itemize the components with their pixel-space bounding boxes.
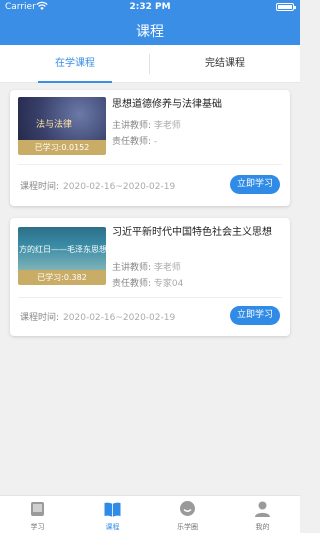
course-card[interactable]: 法与法律 已学习:0.0152 思想道德修养与法律基础 主讲教师: 李老师 责任… [10,90,290,206]
progress-label: 已学习:0.382 [18,270,106,285]
book-icon [104,502,121,517]
time-value: 2020-02-16~2020-02-19 [63,182,176,192]
responsible-name: - [153,137,158,147]
tabbar-item-study[interactable]: 学习 [0,496,75,533]
responsible-label: 责任教师: [112,137,152,147]
tabbar-label: 课程 [105,523,120,531]
time-label: 课程时间: [20,182,60,192]
teacher-label: 主讲教师: [112,121,152,131]
course-card[interactable]: 方的红日——毛泽东思想 已学习:0.382 习近平新时代中国特色社会主义思想 主… [10,218,290,336]
tabbar-label: 学习 [30,523,45,531]
tab-completed[interactable]: 完结课程 [150,45,300,83]
tabbar-item-courses[interactable]: 课程 [75,496,150,533]
teacher-name: 李老师 [153,121,181,131]
teacher-label: 主讲教师: [112,263,152,273]
tabbar-item-circle[interactable]: 乐学圈 [150,496,225,533]
course-title[interactable]: 习近平新时代中国特色社会主义思想 [112,226,282,239]
teacher-row: 主讲教师: 李老师 [112,260,181,273]
teacher-row: 主讲教师: 李老师 [112,118,181,131]
study-icon [31,502,44,516]
app-header: Carrier 2:32 PM 课程 [0,0,300,45]
course-time-row: 课程时间: 2020-02-16~2020-02-19 [20,310,175,323]
course-title[interactable]: 思想道德修养与法律基础 [112,98,282,111]
study-now-button[interactable]: 立即学习 [230,175,280,194]
course-time-row: 课程时间: 2020-02-16~2020-02-19 [20,179,175,192]
status-bar: Carrier 2:32 PM [0,0,300,14]
responsible-name: 专家04 [153,279,184,289]
page-title: 课程 [136,24,164,40]
battery-icon [276,3,296,11]
study-now-button[interactable]: 立即学习 [230,306,280,325]
time-label: 课程时间: [20,313,60,323]
responsible-row: 责任教师: - [112,134,157,147]
course-thumbnail[interactable]: 方的红日——毛泽东思想 已学习:0.382 [18,227,106,285]
thumbnail-caption: 方的红日——毛泽东思想 [19,245,106,254]
chat-icon [180,501,195,516]
tab-studying[interactable]: 在学课程 [0,45,150,83]
bottom-tab-bar: 学习 课程 乐学圈 我的 [0,495,300,533]
tabbar-label: 我的 [255,523,270,531]
card-divider [18,297,282,298]
course-thumbnail[interactable]: 法与法律 已学习:0.0152 [18,97,106,155]
card-divider [18,164,282,165]
thumbnail-caption: 法与法律 [36,120,73,130]
status-time: 2:32 PM [129,2,171,12]
profile-icon [255,501,270,517]
teacher-name: 李老师 [153,263,181,273]
tabbar-label: 乐学圈 [177,523,198,531]
responsible-label: 责任教师: [112,279,152,289]
time-value: 2020-02-16~2020-02-19 [63,313,176,323]
progress-label: 已学习:0.0152 [18,140,106,155]
responsible-row: 责任教师: 专家04 [112,276,183,289]
tabbar-item-profile[interactable]: 我的 [225,496,300,533]
course-tabs: 在学课程 完结课程 [0,45,300,83]
